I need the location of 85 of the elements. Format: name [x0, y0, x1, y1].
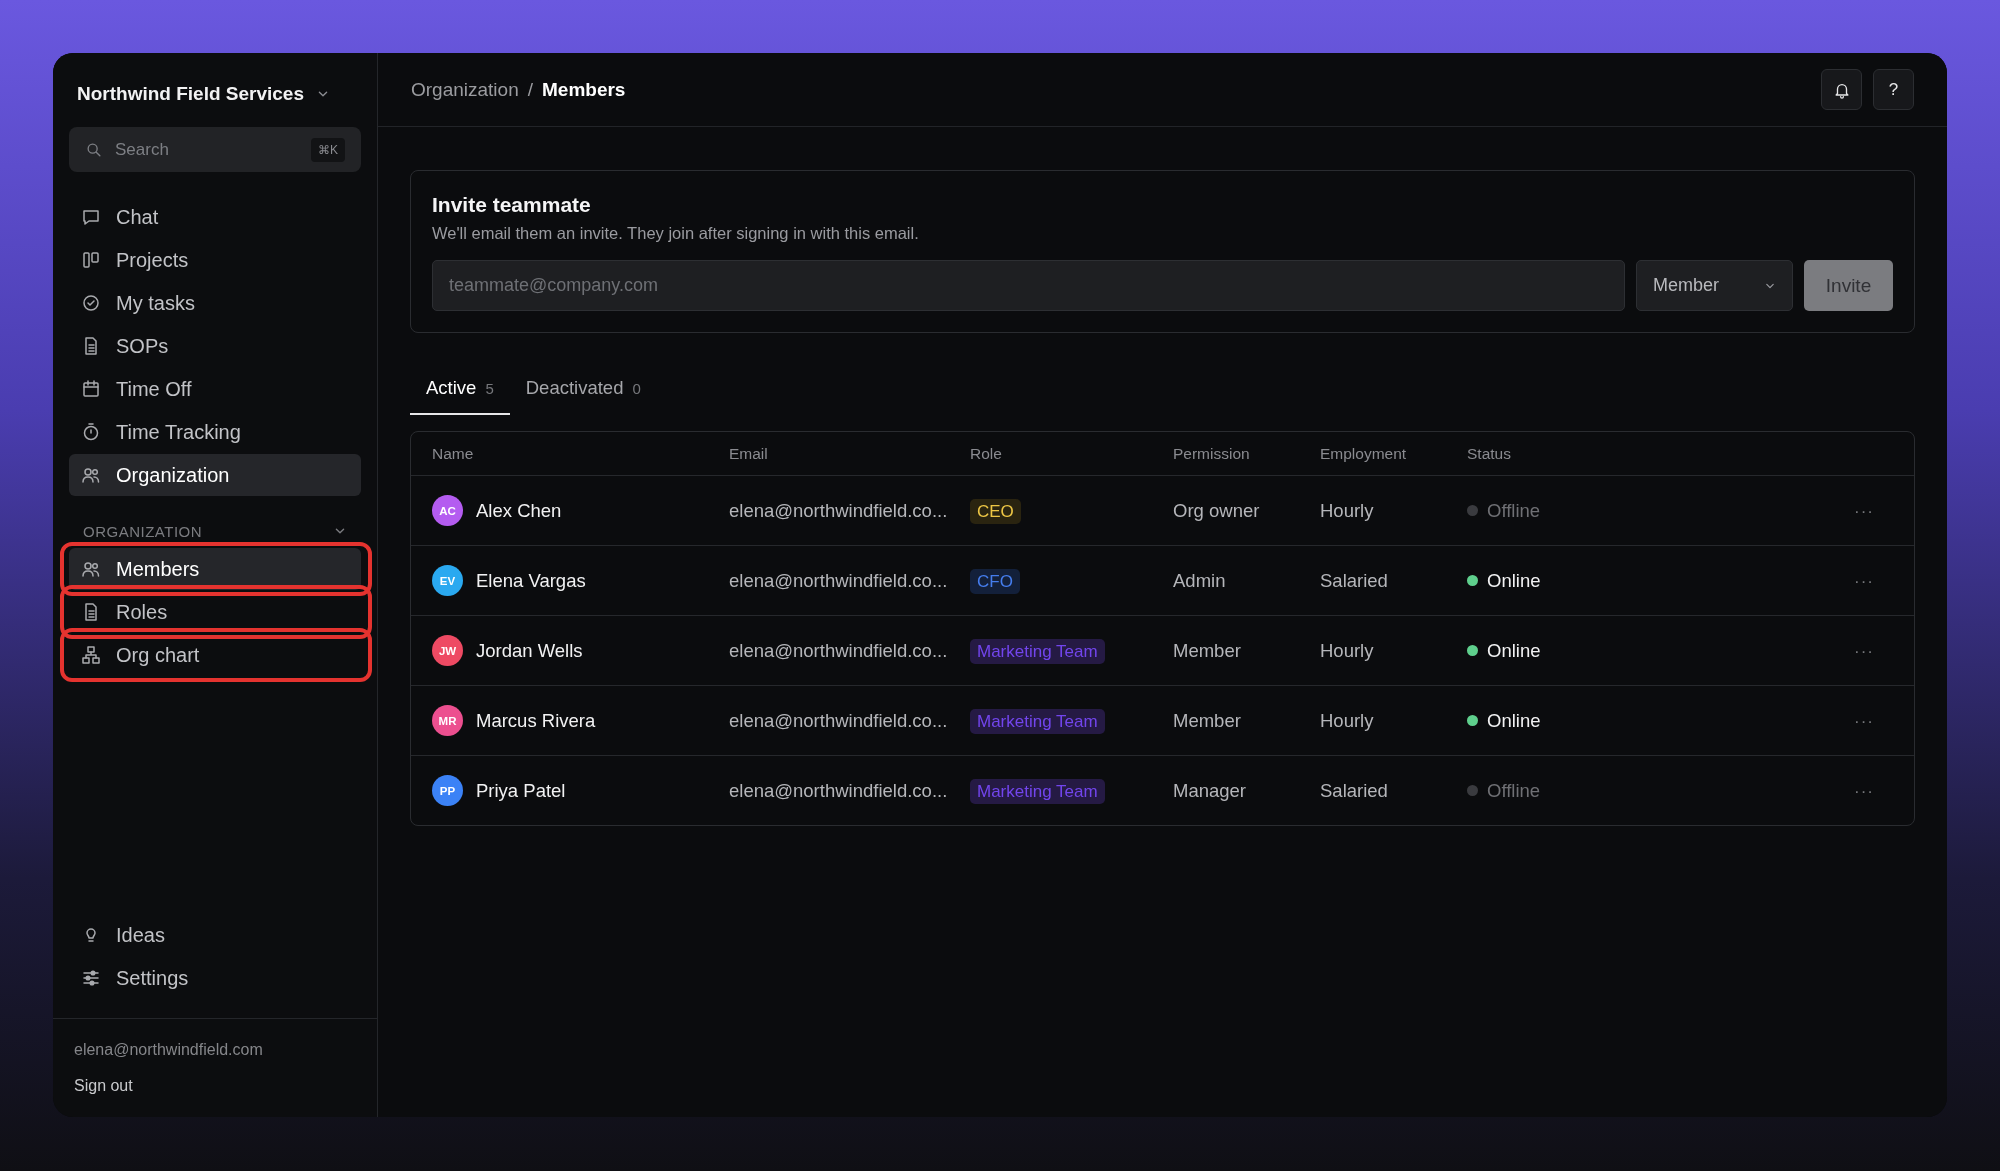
sign-out-link[interactable]: Sign out [74, 1077, 133, 1094]
check-circle-icon [81, 293, 101, 313]
table-cell: Salaried [1320, 779, 1388, 801]
table-cell: elena@northwindfield.co... [729, 569, 948, 591]
nav-item[interactable]: Organization [69, 454, 361, 496]
count-label: 5 [485, 380, 494, 397]
hierarchy-icon [81, 645, 101, 665]
member-name: Elena Vargas [476, 569, 586, 592]
people-icon [81, 559, 101, 579]
nav-item[interactable]: Roles [69, 591, 361, 633]
member-name: Priya Patel [476, 779, 566, 802]
table-cell: Member [1173, 639, 1241, 661]
more-button[interactable]: ··· [1854, 781, 1874, 801]
card-title: Invite teammate [432, 193, 592, 217]
column-header: Permission [1173, 444, 1250, 462]
tab[interactable]: Deactivated 0 [509, 377, 657, 415]
status-text: Online [1487, 569, 1541, 592]
breadcrumb-link[interactable]: Organization [411, 78, 519, 101]
nav-item[interactable]: Chat [69, 196, 361, 238]
section-title: ORGANIZATION [83, 522, 203, 540]
shortcut-hint: ⌘K [311, 137, 345, 162]
column-header: Status [1467, 444, 1511, 462]
nav-item[interactable]: SOPs [69, 325, 361, 367]
table-cell: Manager [1173, 779, 1246, 801]
role-tag: Marketing Team [970, 638, 1105, 664]
breadcrumb-separator: / [527, 78, 533, 101]
more-button[interactable]: ··· [1854, 641, 1874, 661]
sliders-icon [81, 968, 101, 988]
table-cell: Admin [1173, 569, 1226, 591]
stopwatch-icon [81, 422, 101, 442]
member-name: Alex Chen [476, 499, 562, 522]
status-text: Offline [1487, 499, 1541, 522]
table-cell: Salaried [1320, 569, 1388, 591]
more-button[interactable]: ··· [1854, 571, 1874, 591]
chat-icon [81, 207, 101, 227]
more-button[interactable]: ··· [1854, 711, 1874, 731]
avatar: PP [432, 775, 463, 806]
notifications-button[interactable] [1821, 69, 1862, 110]
member-name: Marcus Rivera [476, 709, 596, 732]
more-button[interactable]: ··· [1854, 501, 1874, 521]
role-tag: Marketing Team [970, 708, 1105, 734]
account-email: elena@northwindfield.com [74, 1041, 264, 1059]
member-name: Jordan Wells [476, 639, 583, 662]
nav-item[interactable]: Org chart [69, 634, 361, 676]
table-cell: elena@northwindfield.co... [729, 639, 948, 661]
help-button[interactable]: ? [1873, 69, 1914, 110]
nav-item[interactable]: Members [69, 548, 361, 590]
search-field[interactable]: Search ⌘K [69, 127, 361, 172]
search-icon [85, 140, 103, 159]
table-cell: Org owner [1173, 499, 1260, 521]
table-cell: Member [1173, 709, 1241, 731]
table-cell: Hourly [1320, 639, 1374, 661]
table-cell: Hourly [1320, 709, 1374, 731]
column-header: Email [729, 444, 768, 462]
card-description: We'll email them an invite. They join after signing in with this email. [432, 224, 920, 243]
role-tag: Marketing Team [970, 778, 1105, 804]
nav-item[interactable]: Ideas [69, 914, 361, 956]
avatar: AC [432, 495, 463, 526]
table-cell: elena@northwindfield.co... [729, 499, 948, 521]
nav-item[interactable]: Settings [69, 957, 361, 999]
table-cell: elena@northwindfield.co... [729, 709, 948, 731]
column-header: Role [970, 444, 1002, 462]
role-tag: CEO [970, 498, 1021, 524]
nav-item[interactable]: Time Off [69, 368, 361, 410]
nav-item[interactable]: My tasks [69, 282, 361, 324]
workspace-name[interactable]: Northwind Field Services [77, 83, 304, 105]
nav-item[interactable]: Time Tracking [69, 411, 361, 453]
status-text: Online [1487, 709, 1541, 732]
count-label: 0 [632, 380, 641, 397]
avatar: MR [432, 705, 463, 736]
column-header: Employment [1320, 444, 1407, 462]
calendar-icon [81, 379, 101, 399]
role-tag: CFO [970, 568, 1020, 594]
status-text: Offline [1487, 779, 1541, 802]
columns-icon [81, 250, 101, 270]
breadcrumb-current: Members [542, 78, 626, 101]
nav-item[interactable]: Projects [69, 239, 361, 281]
people-icon [81, 465, 101, 485]
avatar: EV [432, 565, 463, 596]
table-cell: Hourly [1320, 499, 1374, 521]
avatar: JW [432, 635, 463, 666]
tab[interactable]: Active 5 [410, 377, 510, 415]
status-text: Online [1487, 639, 1541, 662]
table-cell: elena@northwindfield.co... [729, 779, 948, 801]
column-header: Name [432, 444, 474, 462]
